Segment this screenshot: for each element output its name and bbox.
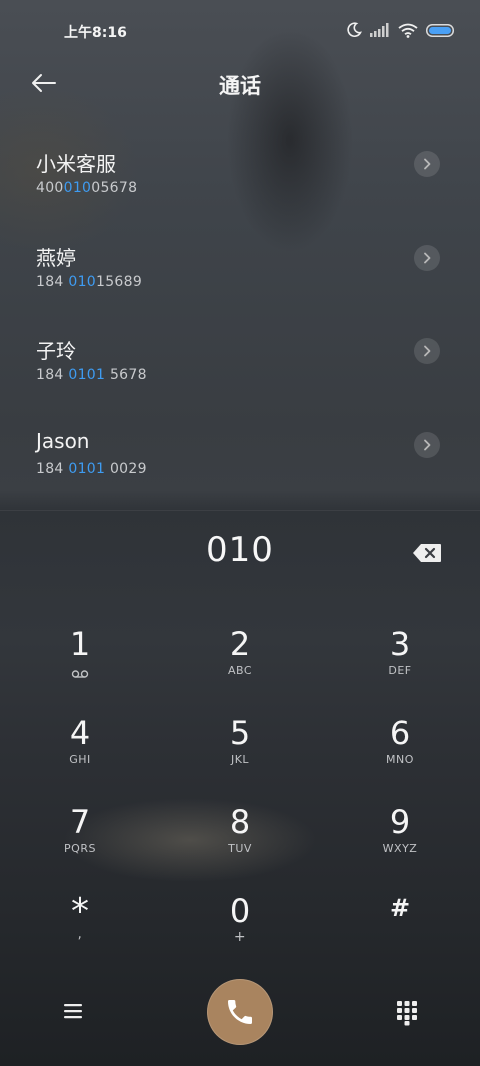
chevron-right-icon — [424, 345, 431, 357]
key-letters: + — [233, 929, 247, 945]
key-3[interactable]: 3 DEF — [340, 624, 460, 704]
contact-name: 子玲 — [36, 339, 76, 363]
key-digit: 9 — [389, 803, 411, 841]
key-1[interactable]: 1 — [20, 624, 140, 704]
key-letters: , — [77, 927, 83, 942]
menu-button[interactable] — [58, 998, 88, 1024]
search-results-list: 小米客服 40001005678 燕婷 184 01015689 子玲 184 … — [0, 138, 480, 512]
status-bar: 上午8:16 — [0, 0, 480, 62]
key-letters: ABC — [227, 664, 253, 677]
chevron-right-icon — [424, 439, 431, 450]
result-item[interactable]: Jason 184 0101 0029 — [0, 419, 480, 513]
chevron-right-icon — [424, 158, 431, 170]
status-icons — [346, 22, 454, 38]
key-letters: PQRS — [64, 842, 96, 855]
key-6[interactable]: 6 MNO — [340, 713, 460, 793]
key-digit: 7 — [69, 803, 91, 841]
bottom-bar — [0, 978, 480, 1048]
key-digit: 1 — [69, 625, 91, 663]
contact-number: 40001005678 — [36, 180, 138, 196]
result-item[interactable]: 小米客服 40001005678 — [0, 138, 480, 232]
key-digit: 0 — [229, 892, 251, 930]
result-item[interactable]: 子玲 184 0101 5678 — [0, 325, 480, 419]
contact-name: 小米客服 — [36, 152, 116, 176]
chevron-right-icon — [424, 252, 431, 263]
key-letters: WXYZ — [382, 842, 418, 855]
key-letters: DEF — [388, 664, 412, 677]
result-item[interactable]: 燕婷 184 01015689 — [0, 232, 480, 326]
match-highlight: 010 — [68, 273, 96, 290]
key-hash[interactable]: # — [340, 891, 460, 971]
key-digit: # — [389, 894, 411, 922]
key-star[interactable]: * , — [20, 891, 140, 971]
moon-icon — [347, 22, 362, 37]
key-7[interactable]: 7 PQRS — [20, 802, 140, 882]
signal-icon — [370, 23, 389, 37]
contact-detail-button[interactable] — [414, 431, 440, 458]
backspace-icon — [413, 544, 441, 562]
match-highlight: 0101 — [68, 367, 106, 383]
key-digit: 8 — [229, 803, 251, 841]
match-highlight: 0101 — [68, 460, 106, 477]
wifi-icon — [398, 23, 418, 38]
status-time: 上午8:16 — [64, 25, 127, 41]
match-highlight: 010 — [63, 180, 92, 196]
key-5[interactable]: 5 JKL — [180, 713, 300, 793]
key-letters: GHI — [69, 753, 91, 766]
header: 通话 — [0, 60, 480, 106]
key-9[interactable]: 9 WXYZ — [340, 802, 460, 882]
key-letters: TUV — [228, 842, 252, 855]
key-letters: MNO — [386, 753, 414, 766]
key-digit: 6 — [389, 714, 411, 752]
key-0[interactable]: 0 + — [180, 891, 300, 971]
key-digit: 5 — [229, 714, 251, 752]
key-letters: JKL — [230, 753, 250, 766]
backspace-button[interactable] — [412, 543, 442, 563]
contact-detail-button[interactable] — [414, 151, 440, 177]
page-title: 通话 — [219, 74, 261, 98]
contact-detail-button[interactable] — [414, 244, 440, 271]
key-digit: 2 — [229, 625, 251, 663]
contact-number: 184 0101 0029 — [36, 460, 147, 477]
contact-name: Jason — [36, 428, 90, 453]
divider — [0, 510, 480, 511]
key-8[interactable]: 8 TUV — [180, 802, 300, 882]
menu-icon — [64, 1004, 82, 1019]
contact-detail-button[interactable] — [414, 338, 440, 364]
key-digit: 4 — [69, 714, 91, 752]
dialpad-toggle-button[interactable] — [392, 998, 422, 1028]
battery-icon — [426, 23, 454, 37]
dialpad-icon — [397, 1001, 417, 1026]
phone-icon — [228, 1000, 252, 1024]
call-button[interactable] — [207, 979, 273, 1045]
key-digit: 3 — [389, 625, 411, 663]
contact-number: 184 01015689 — [36, 273, 143, 290]
dial-number-display[interactable]: 010 — [0, 530, 480, 570]
key-2[interactable]: 2 ABC — [180, 624, 300, 704]
key-4[interactable]: 4 GHI — [20, 713, 140, 793]
voicemail-icon — [71, 670, 89, 678]
contact-number: 184 0101 5678 — [36, 367, 147, 383]
contact-name: 燕婷 — [36, 245, 76, 270]
